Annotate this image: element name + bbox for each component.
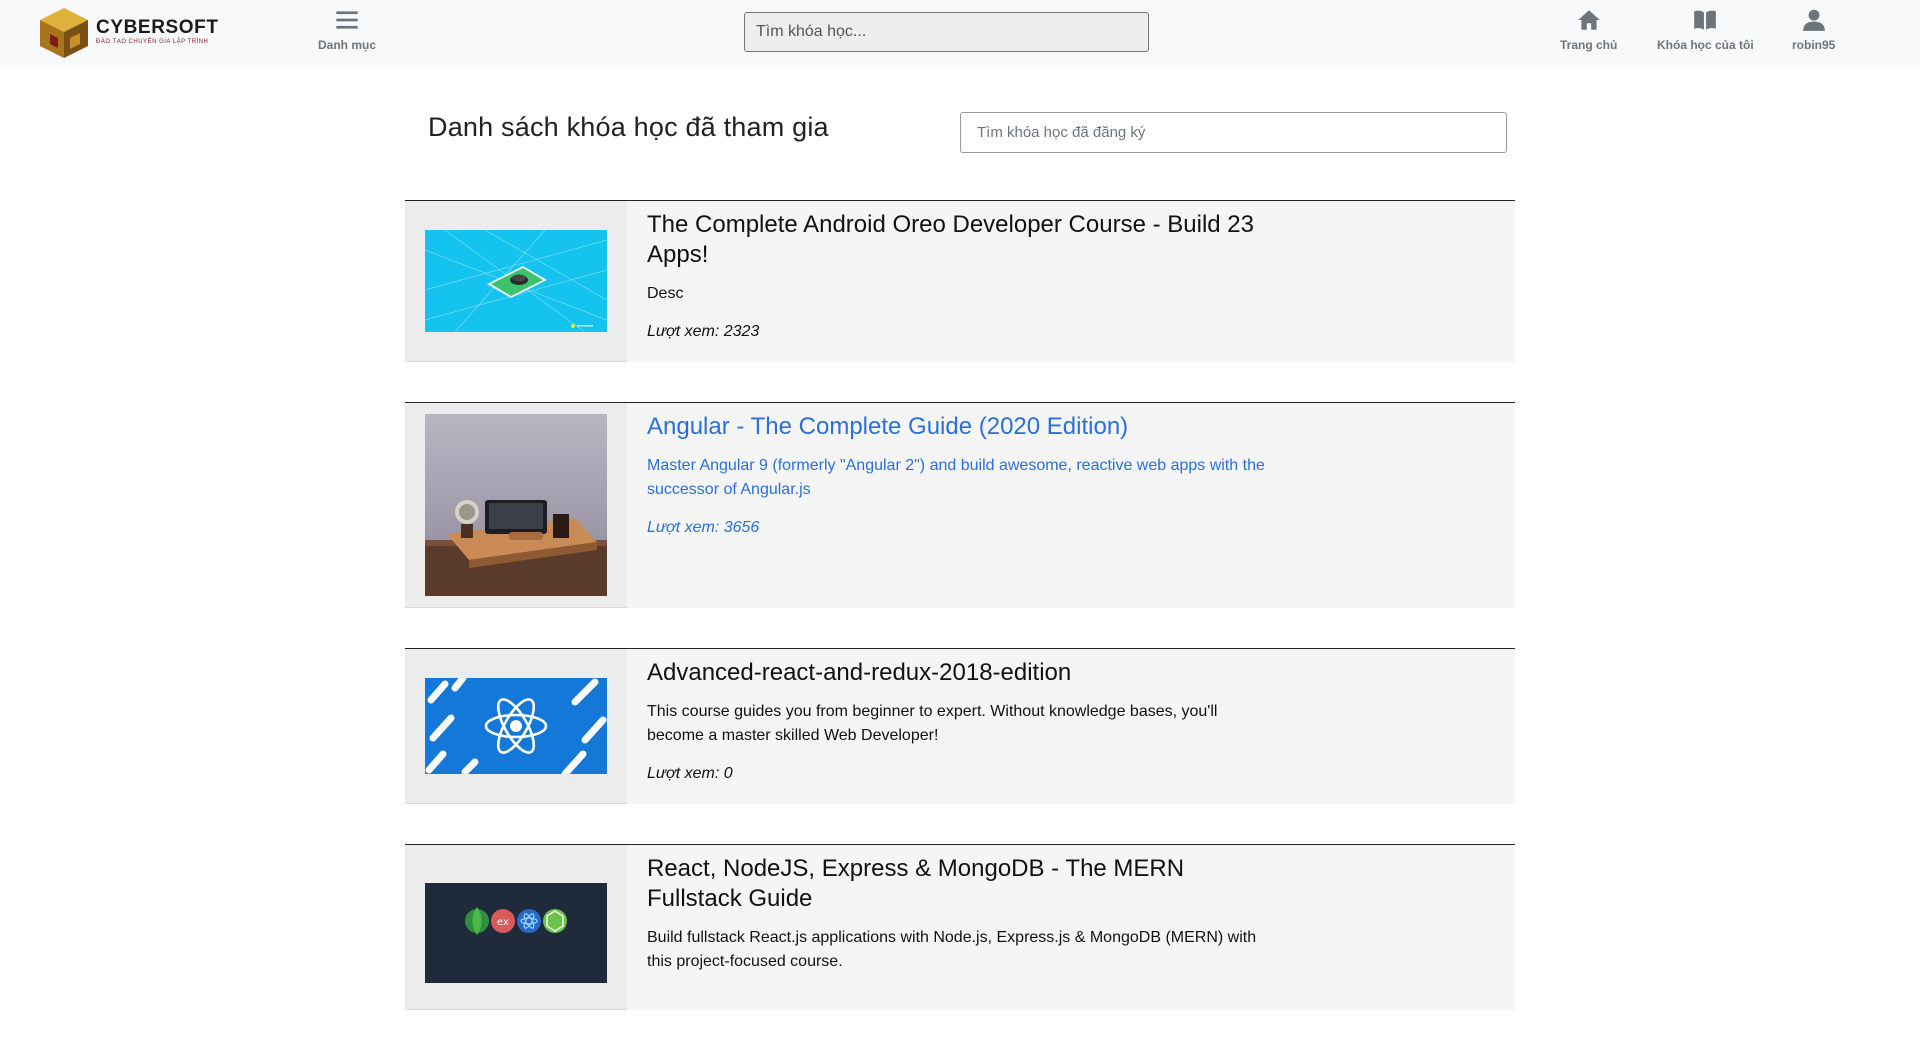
course-list: The Complete Android Oreo Developer Cour… <box>405 200 1515 1050</box>
hamburger-icon <box>336 11 358 29</box>
top-navbar: CYBERSOFT ĐÀO TẠO CHUYÊN GIA LẬP TRÌNH D… <box>0 0 1920 65</box>
course-description: Desc <box>647 285 684 302</box>
nav-home-label: Trang chủ <box>1560 38 1618 52</box>
course-description: Build fullstack React.js applications wi… <box>647 929 1257 970</box>
logo-name: CYBERSOFT <box>96 17 219 38</box>
course-description: This course guides you from beginner to … <box>647 703 1218 744</box>
course-thumbnail-frame <box>405 649 627 804</box>
course-card[interactable]: Angular - The Complete Guide (2020 Editi… <box>405 402 1515 608</box>
nav-my-courses[interactable]: Khóa học của tôi <box>1657 6 1754 52</box>
course-card[interactable]: ex React, NodeJS, Express & MongoDB - Th… <box>405 844 1515 1010</box>
book-icon <box>1694 10 1717 30</box>
course-search-input[interactable] <box>744 12 1149 52</box>
logo-tagline: ĐÀO TẠO CHUYÊN GIA LẬP TRÌNH <box>96 39 209 45</box>
course-description: Master Angular 9 (formerly "Angular 2") … <box>647 457 1265 498</box>
course-thumbnail-frame <box>405 201 627 362</box>
home-icon <box>1577 10 1600 30</box>
category-menu-label: Danh mục <box>318 38 377 52</box>
course-title[interactable]: The Complete Android Oreo Developer Cour… <box>647 210 1267 270</box>
logo-cube-icon <box>40 8 88 58</box>
page-title: Danh sách khóa học đã tham gia <box>428 112 829 142</box>
course-view-count: Lượt xem: 3656 <box>647 519 760 536</box>
category-menu-button[interactable]: Danh mục <box>318 6 376 52</box>
nav-username-label: robin95 <box>1792 38 1836 52</box>
mern-stack-thumbnail: ex <box>425 882 607 983</box>
wooden-dock-thumbnail <box>425 414 607 596</box>
registered-course-search-input[interactable] <box>960 112 1507 153</box>
nav-my-courses-label: Khóa học của tôi <box>1657 38 1754 52</box>
svg-text:ex: ex <box>497 917 509 928</box>
course-title[interactable]: Angular - The Complete Guide (2020 Editi… <box>647 412 1267 442</box>
course-title[interactable]: React, NodeJS, Express & MongoDB - The M… <box>647 854 1267 914</box>
user-icon <box>1802 9 1825 31</box>
course-view-count: Lượt xem: 0 <box>647 765 733 782</box>
android-phone-thumbnail <box>425 230 607 332</box>
course-card[interactable]: Advanced-react-and-redux-2018-edition Th… <box>405 648 1515 804</box>
course-thumbnail-frame <box>405 403 627 608</box>
cybersoft-logo[interactable]: CYBERSOFT ĐÀO TẠO CHUYÊN GIA LẬP TRÌNH <box>36 4 236 60</box>
course-view-count: Lượt xem: 2323 <box>647 323 760 340</box>
react-atom-thumbnail <box>425 678 607 774</box>
course-thumbnail-frame: ex <box>405 845 627 1010</box>
nav-user-account[interactable]: robin95 <box>1792 6 1835 52</box>
course-title[interactable]: Advanced-react-and-redux-2018-edition <box>647 658 1267 688</box>
course-card[interactable]: The Complete Android Oreo Developer Cour… <box>405 200 1515 362</box>
nav-home[interactable]: Trang chủ <box>1560 6 1617 52</box>
